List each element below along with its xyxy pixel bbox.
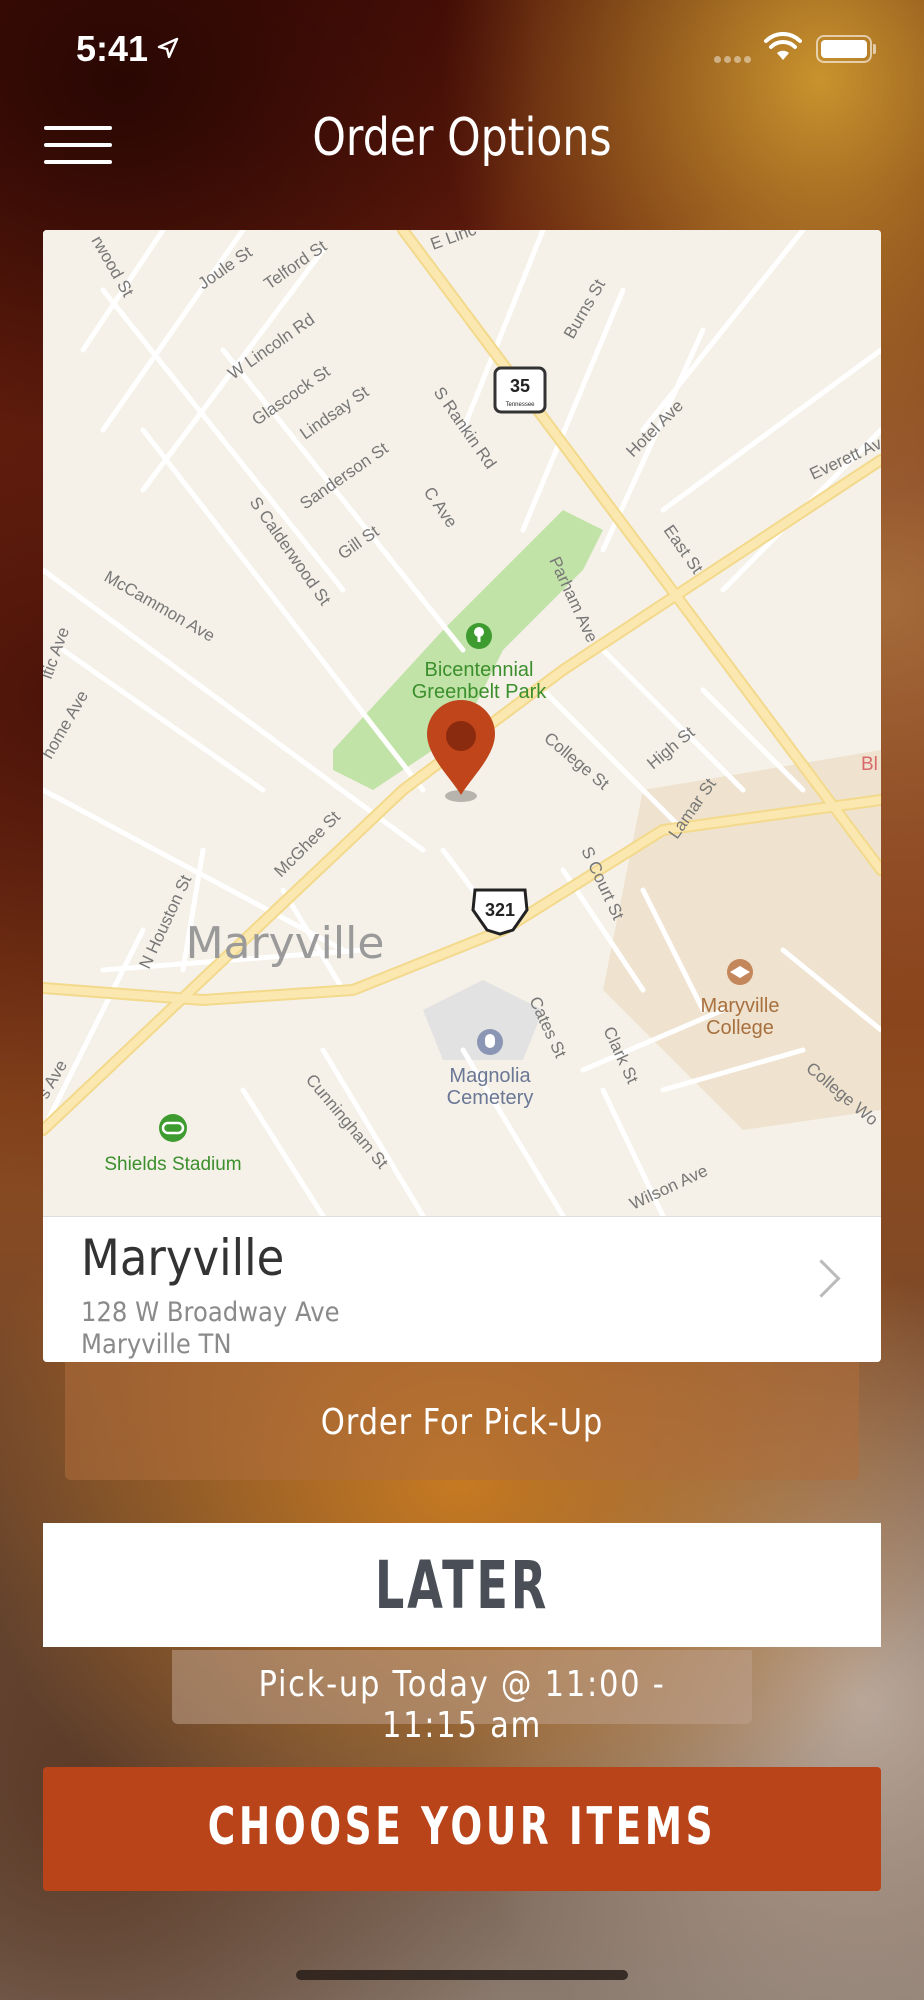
store-address-line1: 128 W Broadway Ave [81, 1297, 340, 1328]
choose-items-button[interactable]: CHOOSE YOUR ITEMS [43, 1767, 881, 1891]
store-name: Maryville [81, 1229, 285, 1287]
svg-text:Cemetery: Cemetery [447, 1087, 534, 1109]
svg-text:Tennessee: Tennessee [505, 402, 535, 408]
battery-icon [816, 35, 876, 63]
location-card: 35 Tennessee 321 Joule St Telford St W L… [43, 230, 881, 1362]
svg-text:321: 321 [485, 900, 515, 920]
svg-text:35: 35 [510, 376, 530, 396]
map-city-label: Maryville [186, 918, 385, 969]
later-button-label: LATER [374, 1547, 550, 1624]
route-35-shield: 35 Tennessee [493, 366, 547, 414]
later-button[interactable]: LATER [43, 1523, 881, 1647]
store-address-line2: Maryville TN [81, 1329, 232, 1360]
status-bar: 5:41 [0, 0, 924, 100]
choose-items-label: CHOOSE YOUR ITEMS [207, 1797, 717, 1857]
svg-text:Maryville: Maryville [701, 995, 780, 1017]
map-canvas[interactable]: 35 Tennessee 321 Joule St Telford St W L… [43, 230, 881, 1216]
order-type-selector[interactable]: Order For Pick-Up [65, 1362, 859, 1480]
svg-text:Bicentennial: Bicentennial [425, 659, 534, 681]
wifi-icon [764, 32, 802, 60]
order-type-label: Order For Pick-Up [320, 1402, 604, 1443]
cellular-signal-icon [714, 50, 754, 68]
map-edge-label: Bl [861, 754, 878, 775]
svg-text:Shields Stadium: Shields Stadium [104, 1154, 241, 1175]
page-title: Order Options [312, 108, 612, 168]
pickup-time-selector[interactable]: Pick-up Today @ 11:00 - 11:15 am [172, 1650, 752, 1746]
svg-text:Magnolia: Magnolia [449, 1065, 531, 1087]
svg-text:College: College [706, 1017, 774, 1039]
home-indicator[interactable] [296, 1970, 628, 1980]
location-arrow-icon [157, 37, 179, 59]
svg-text:Greenbelt Park: Greenbelt Park [412, 681, 548, 703]
store-location-row[interactable]: Maryville 128 W Broadway Ave Maryville T… [43, 1216, 881, 1362]
chevron-right-icon [802, 1259, 841, 1298]
status-time: 5:41 [76, 28, 149, 69]
pickup-time-label: Pick-up Today @ 11:00 - 11:15 am [258, 1664, 666, 1746]
map-view[interactable]: 35 Tennessee 321 Joule St Telford St W L… [43, 230, 881, 1216]
